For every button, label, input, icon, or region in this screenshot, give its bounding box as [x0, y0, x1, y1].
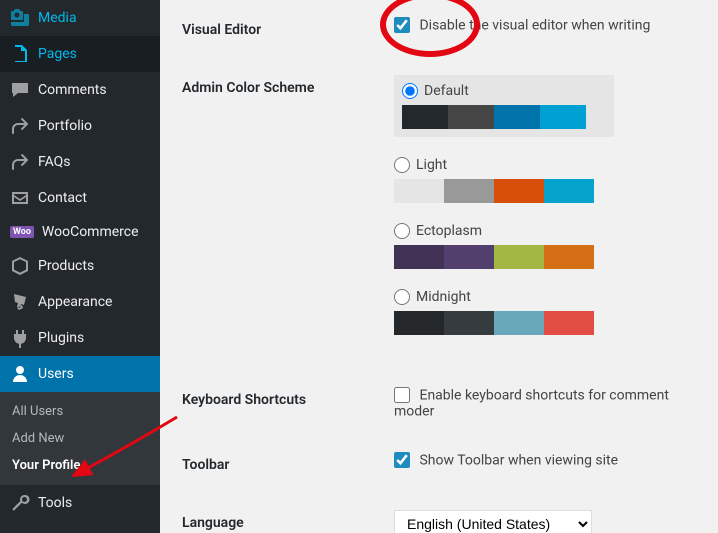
color-scheme-default[interactable]: Default	[394, 75, 614, 137]
sidebar-item-portfolio[interactable]: Portfolio	[0, 108, 160, 144]
keyboard-shortcuts-checkbox[interactable]	[394, 387, 410, 403]
plugins-icon	[10, 328, 30, 348]
contact-icon	[10, 188, 30, 208]
submenu-your-profile[interactable]: Your Profile	[0, 452, 160, 479]
sidebar-item-label: Contact	[38, 190, 87, 206]
sidebar-item-label: Appearance	[38, 294, 112, 310]
media-icon	[10, 8, 30, 28]
color-palette	[402, 105, 586, 129]
color-scheme-light[interactable]: Light	[394, 157, 614, 203]
comments-icon	[10, 80, 30, 100]
sidebar-item-woocommerce[interactable]: Woo WooCommerce	[0, 216, 160, 248]
sidebar-item-label: Media	[38, 10, 77, 26]
tools-icon	[10, 493, 30, 513]
sidebar-item-comments[interactable]: Comments	[0, 72, 160, 108]
color-palette	[394, 179, 594, 203]
portfolio-icon	[10, 116, 30, 136]
sidebar-item-tools[interactable]: Tools	[0, 485, 160, 521]
woo-icon: Woo	[10, 226, 34, 238]
sidebar-item-contact[interactable]: Contact	[0, 180, 160, 216]
toolbar-checkbox[interactable]	[394, 452, 410, 468]
color-palette	[394, 245, 594, 269]
color-scheme-ectoplasm[interactable]: Ectoplasm	[394, 223, 614, 269]
admin-color-label: Admin Color Scheme	[182, 60, 382, 370]
pages-icon	[10, 44, 30, 64]
keyboard-shortcuts-checkbox-label: Enable keyboard shortcuts for comment mo…	[394, 387, 669, 419]
sidebar-item-label: Tools	[38, 495, 72, 511]
sidebar-item-label: Products	[38, 258, 94, 274]
color-scheme-name: Midnight	[416, 289, 471, 305]
sidebar-item-label: FAQs	[38, 154, 71, 170]
sidebar-item-label: Users	[38, 366, 74, 382]
admin-sidebar: Media Pages Comments Portfolio FAQs Cont…	[0, 0, 160, 533]
color-scheme-radio[interactable]	[394, 157, 410, 173]
toolbar-checkbox-label: Show Toolbar when viewing site	[419, 452, 618, 468]
color-palette	[394, 311, 594, 335]
color-scheme-radio[interactable]	[394, 223, 410, 239]
language-label: Language	[182, 495, 382, 533]
color-scheme-midnight[interactable]: Midnight	[394, 289, 614, 335]
language-select[interactable]: English (United States)	[394, 510, 592, 533]
color-scheme-radio[interactable]	[402, 83, 418, 99]
color-scheme-name: Light	[416, 157, 447, 173]
toolbar-label: Toolbar	[182, 437, 382, 493]
sidebar-item-label: Comments	[38, 82, 107, 98]
appearance-icon	[10, 292, 30, 312]
products-icon	[10, 256, 30, 276]
sidebar-item-users[interactable]: Users	[0, 356, 160, 392]
visual-editor-label: Visual Editor	[182, 2, 382, 58]
sidebar-item-pages[interactable]: Pages	[0, 36, 160, 72]
faqs-icon	[10, 152, 30, 172]
visual-editor-checkbox-label: Disable the visual editor when writing	[419, 17, 650, 33]
users-submenu: All Users Add New Your Profile	[0, 392, 160, 485]
sidebar-item-label: Plugins	[38, 330, 84, 346]
color-schemes: Default Light Ectoplasm Midnight	[394, 75, 706, 355]
sidebar-item-appearance[interactable]: Appearance	[0, 284, 160, 320]
color-scheme-name: Ectoplasm	[416, 223, 482, 239]
color-scheme-radio[interactable]	[394, 289, 410, 305]
sidebar-item-label: WooCommerce	[42, 224, 139, 240]
sidebar-item-label: Portfolio	[38, 118, 92, 134]
sidebar-item-plugins[interactable]: Plugins	[0, 320, 160, 356]
profile-content: Visual Editor Disable the visual editor …	[160, 0, 718, 533]
keyboard-shortcuts-label: Keyboard Shortcuts	[182, 372, 382, 435]
sidebar-item-products[interactable]: Products	[0, 248, 160, 284]
submenu-all-users[interactable]: All Users	[0, 398, 160, 425]
users-icon	[10, 364, 30, 384]
sidebar-item-label: Pages	[38, 46, 77, 62]
sidebar-item-faqs[interactable]: FAQs	[0, 144, 160, 180]
submenu-add-new[interactable]: Add New	[0, 425, 160, 452]
color-scheme-name: Default	[424, 83, 469, 99]
sidebar-item-media[interactable]: Media	[0, 0, 160, 36]
visual-editor-checkbox[interactable]	[394, 17, 410, 33]
